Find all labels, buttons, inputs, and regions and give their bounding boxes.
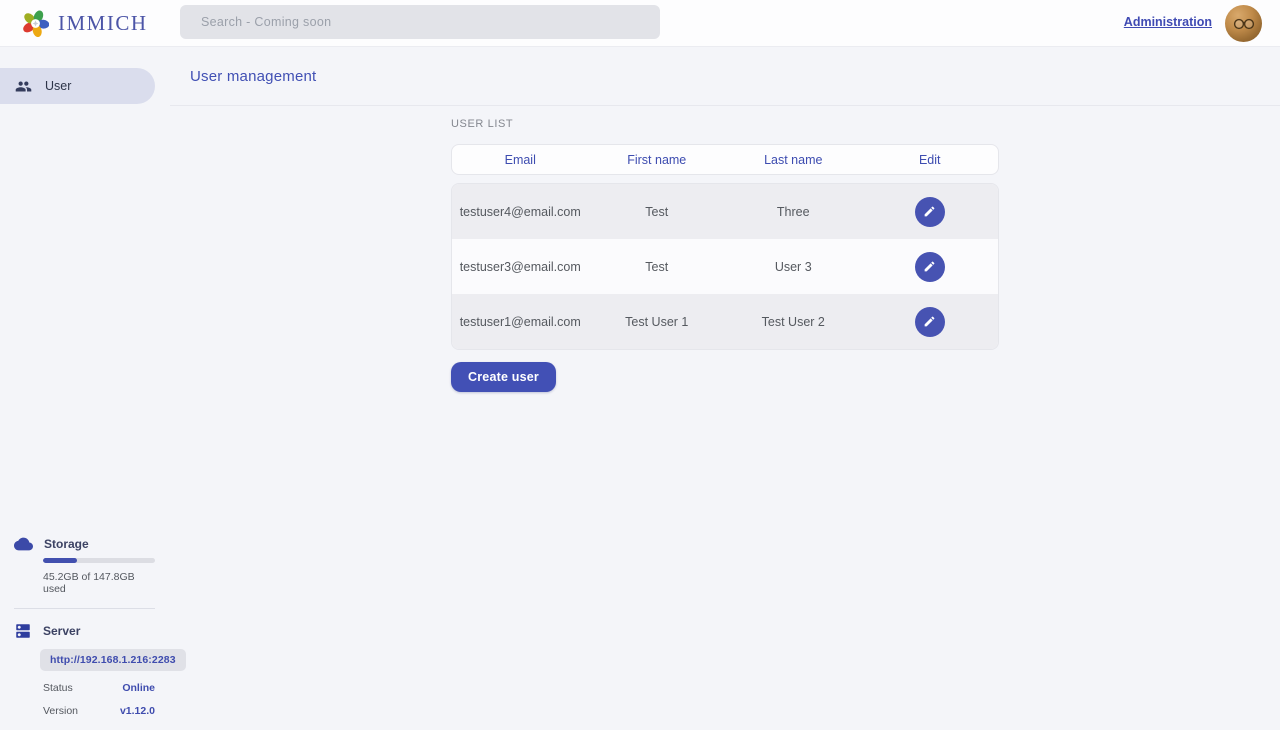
- main-content: User management USER LIST Email First na…: [170, 47, 1280, 730]
- cell-last-name: Three: [725, 205, 862, 219]
- edit-user-button[interactable]: [915, 307, 945, 337]
- status-value: Online: [122, 682, 155, 694]
- page-title: User management: [190, 68, 316, 85]
- user-list-section: USER LIST Email First name Last name Edi…: [451, 118, 999, 392]
- table-row: testuser1@email.com Test User 1 Test Use…: [452, 294, 998, 349]
- sidebar-divider: [14, 608, 155, 609]
- glasses-icon: [1233, 18, 1255, 30]
- cell-email: testuser3@email.com: [452, 260, 589, 274]
- cell-last-name: User 3: [725, 260, 862, 274]
- server-header: Server: [14, 622, 155, 640]
- edit-user-button[interactable]: [915, 197, 945, 227]
- col-header-email: Email: [452, 153, 589, 167]
- server-url-badge: http://192.168.1.216:2283: [40, 649, 186, 671]
- user-avatar[interactable]: [1225, 5, 1262, 42]
- sidebar: User Storage 45.2GB of 147.8GB used: [0, 47, 170, 730]
- cell-last-name: Test User 2: [725, 315, 862, 329]
- administration-link[interactable]: Administration: [1124, 15, 1212, 29]
- sidebar-item-user[interactable]: User: [0, 68, 155, 104]
- cell-first-name: Test: [589, 260, 726, 274]
- sidebar-footer: Storage 45.2GB of 147.8GB used Server ht…: [0, 537, 170, 730]
- users-group-icon: [15, 78, 32, 95]
- version-value: v1.12.0: [120, 705, 155, 717]
- table-row: testuser3@email.com Test User 3: [452, 239, 998, 294]
- search-input[interactable]: [180, 5, 660, 39]
- col-header-last-name: Last name: [725, 153, 862, 167]
- brand-wordmark: IMMICH: [58, 11, 148, 36]
- storage-title: Storage: [44, 537, 89, 551]
- table-header-row: Email First name Last name Edit: [451, 144, 999, 175]
- col-header-edit: Edit: [862, 153, 999, 167]
- status-label: Status: [43, 682, 73, 694]
- version-label: Version: [43, 705, 78, 717]
- pencil-icon: [923, 205, 936, 218]
- cell-email: testuser4@email.com: [452, 205, 589, 219]
- server-status-row: Status Online: [43, 682, 155, 694]
- sidebar-item-user-label: User: [45, 79, 71, 93]
- table-body: testuser4@email.com Test Three testuser3…: [451, 183, 999, 350]
- edit-user-button[interactable]: [915, 252, 945, 282]
- storage-progress-bar: [43, 558, 155, 563]
- pencil-icon: [923, 315, 936, 328]
- cell-email: testuser1@email.com: [452, 315, 589, 329]
- create-user-button[interactable]: Create user: [451, 362, 556, 392]
- storage-header: Storage: [14, 537, 155, 551]
- topbar: IMMICH Administration: [0, 0, 1280, 47]
- cell-first-name: Test: [589, 205, 726, 219]
- pencil-icon: [923, 260, 936, 273]
- table-row: testuser4@email.com Test Three: [452, 184, 998, 239]
- storage-usage-text: 45.2GB of 147.8GB used: [43, 571, 155, 595]
- immich-flower-logo-icon: [22, 10, 49, 37]
- user-list-heading: USER LIST: [451, 118, 999, 130]
- server-title: Server: [43, 624, 80, 638]
- brand[interactable]: IMMICH: [22, 10, 148, 37]
- server-version-row: Version v1.12.0: [43, 705, 155, 717]
- server-icon: [14, 622, 32, 640]
- page-header: User management: [170, 47, 1280, 106]
- col-header-first-name: First name: [589, 153, 726, 167]
- cloud-icon: [14, 537, 33, 551]
- storage-progress-fill: [43, 558, 77, 563]
- cell-first-name: Test User 1: [589, 315, 726, 329]
